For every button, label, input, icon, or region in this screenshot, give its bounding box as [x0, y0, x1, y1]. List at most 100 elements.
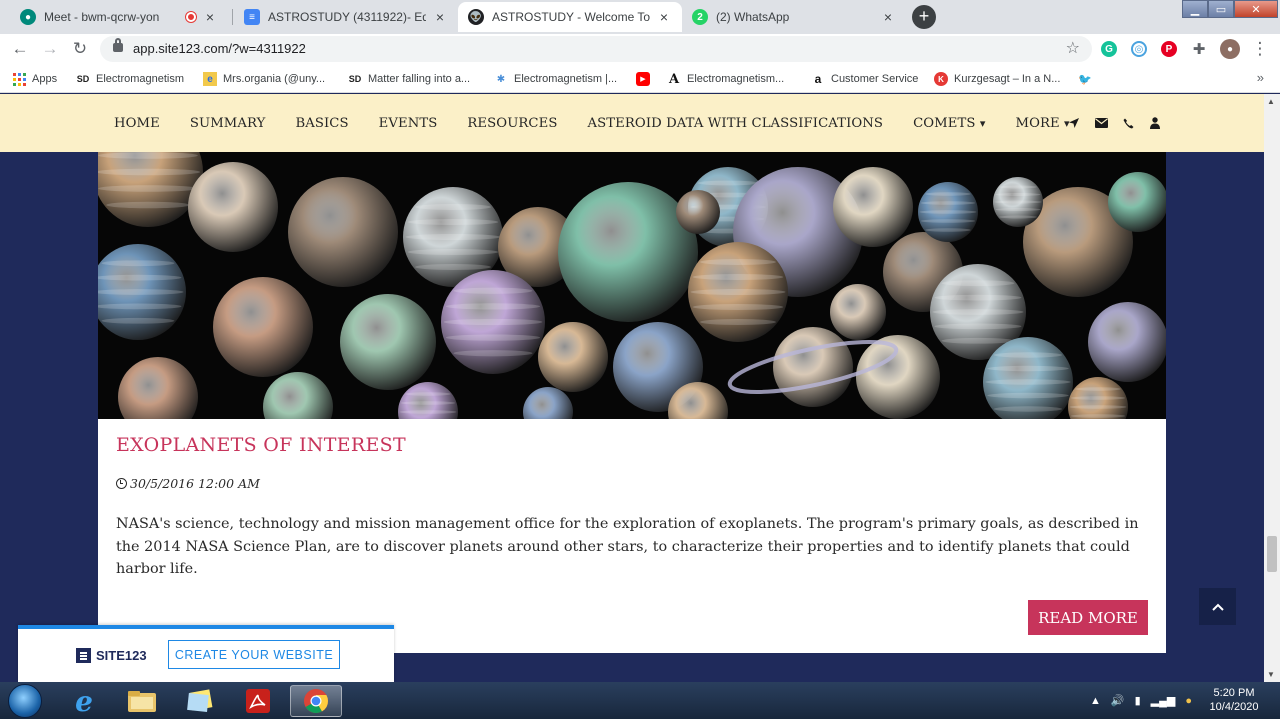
address-bar[interactable]: app.site123.com/?w=4311922 ☆: [100, 36, 1092, 62]
nav-resources[interactable]: RESOURCES: [467, 116, 557, 131]
youtube-icon: ▶: [636, 72, 650, 86]
puzzle-extensions-icon[interactable]: ✚: [1191, 41, 1207, 58]
volume-icon[interactable]: 🔊: [1111, 694, 1125, 707]
back-arrow-icon[interactable]: ←: [10, 39, 30, 59]
create-website-button[interactable]: CREATE YOUR WEBSITE: [168, 640, 340, 669]
site123-promo-bar: SITE123 CREATE YOUR WEBSITE: [18, 625, 394, 682]
pinterest-icon[interactable]: P: [1161, 41, 1177, 57]
planet-shape: [833, 167, 913, 247]
scroll-down-arrow-icon[interactable]: ▼: [1267, 670, 1275, 679]
bookmarks-bar: Apps SD Electromagnetism e Mrs.organia (…: [0, 64, 1280, 93]
planet-band: [700, 319, 776, 325]
close-icon[interactable]: ×: [656, 9, 672, 25]
nav-comets-label: COMETS: [913, 115, 976, 131]
browser-toolbar: ← → ↻ app.site123.com/?w=4311922 ☆ G ◎ P…: [0, 34, 1280, 64]
minimize-icon[interactable]: ▁: [1182, 0, 1208, 18]
scroll-to-top-button[interactable]: [1199, 588, 1236, 625]
site-navbar: HOME SUMMARY BASICS EVENTS RESOURCES AST…: [0, 94, 1264, 152]
planet-band: [101, 317, 175, 324]
bookmark-kurzgesagt[interactable]: K Kurzgesagt – In a N...: [934, 71, 1060, 87]
nav-summary[interactable]: SUMMARY: [190, 116, 266, 131]
planet-shape: [830, 284, 886, 340]
scrollbar-thumb[interactable]: [1267, 536, 1277, 572]
bookmark-apps[interactable]: Apps: [12, 71, 57, 87]
grammarly-icon[interactable]: G: [1101, 41, 1117, 57]
planet-band: [399, 410, 457, 414]
maximize-icon[interactable]: ▭: [1208, 0, 1234, 18]
lock-icon: [113, 38, 123, 52]
kebab-menu-icon[interactable]: ⋮: [1250, 39, 1270, 59]
bookmarks-overflow-icon[interactable]: »: [1257, 70, 1264, 85]
nav-home[interactable]: HOME: [114, 116, 160, 131]
pdf-icon: [246, 689, 270, 713]
network-signal-icon[interactable]: ▂▄▆: [1151, 694, 1176, 707]
reload-icon[interactable]: ↻: [70, 39, 90, 59]
planet-band: [400, 401, 456, 405]
taskbar-clock[interactable]: 5:20 PM 10/4/2020: [1202, 686, 1266, 714]
whatsapp-favicon-icon: 2: [692, 9, 708, 25]
forward-arrow-icon[interactable]: →: [40, 39, 60, 59]
extension-circle-icon[interactable]: ◎: [1131, 41, 1147, 57]
nav-basics[interactable]: BASICS: [295, 116, 348, 131]
edge-icon: e: [203, 72, 217, 86]
planet-band: [1069, 405, 1127, 409]
envelope-icon[interactable]: [1092, 118, 1110, 128]
nav-events[interactable]: EVENTS: [379, 116, 438, 131]
bookmark-youtube[interactable]: ▶: [636, 71, 656, 87]
tab-title: Meet - bwm-qcrw-yon: [44, 10, 160, 24]
bookmark-matter-falling[interactable]: SD Matter falling into a...: [348, 71, 470, 87]
nav-more[interactable]: MORE ▾: [1015, 116, 1069, 131]
close-icon[interactable]: ×: [880, 9, 896, 25]
taskbar-notes[interactable]: [174, 685, 226, 717]
planet-band: [999, 185, 1037, 189]
window-close-icon[interactable]: ✕: [1234, 0, 1278, 18]
bookmark-label: Kurzgesagt – In a N...: [954, 73, 1061, 85]
taskbar-acrobat[interactable]: [232, 685, 284, 717]
new-tab-button[interactable]: +: [912, 5, 936, 29]
close-icon[interactable]: ×: [202, 9, 218, 25]
bookmark-label: Electromagnetism |...: [514, 73, 618, 85]
location-arrow-icon[interactable]: [1065, 117, 1083, 129]
tab-editor[interactable]: ≡ ASTROSTUDY (4311922)- Editor ×: [234, 2, 458, 32]
bookmark-star-icon[interactable]: ☆: [1066, 38, 1080, 58]
sd-icon: SD: [76, 74, 90, 84]
planet-band: [995, 193, 1041, 196]
bookmark-twitter[interactable]: 🐦: [1078, 71, 1098, 87]
planet-band: [98, 168, 201, 176]
bookmark-electromagnetism-3[interactable]: A Electromagnetism...: [667, 71, 784, 87]
planet-band: [445, 334, 541, 341]
planet-shape: [1088, 302, 1166, 382]
user-icon[interactable]: [1146, 117, 1164, 129]
read-more-button[interactable]: READ MORE: [1028, 600, 1148, 635]
taskbar-explorer[interactable]: [116, 685, 168, 717]
planet-band: [692, 274, 784, 280]
page-scrollbar[interactable]: ▲ ▼: [1264, 94, 1280, 682]
planet-band: [995, 208, 1041, 211]
figure-icon: ✱: [496, 73, 506, 85]
sticky-notes-icon: [187, 689, 213, 712]
taskbar-chrome[interactable]: [290, 685, 342, 717]
bookmark-electromagnetism-2[interactable]: ✱ Electromagnetism |...: [494, 71, 617, 87]
phone-icon[interactable]: [1119, 118, 1137, 129]
scroll-up-arrow-icon[interactable]: ▲: [1267, 97, 1275, 106]
tab-meet[interactable]: ● Meet - bwm-qcrw-yon ×: [10, 2, 228, 32]
tray-expand-icon[interactable]: ▲: [1090, 695, 1101, 707]
tab-welcome[interactable]: 👽 ASTROSTUDY - Welcome To ×: [458, 2, 682, 32]
nav-comets[interactable]: COMETS ▾: [913, 116, 985, 131]
taskbar-ie[interactable]: e: [58, 685, 110, 718]
tab-strip: ● Meet - bwm-qcrw-yon × ≡ ASTROSTUDY (43…: [0, 0, 1280, 34]
bookmark-customer-service[interactable]: a Customer Service: [811, 71, 919, 87]
close-icon[interactable]: ×: [432, 9, 448, 25]
bookmark-electromagnetism-1[interactable]: SD Electromagnetism: [76, 71, 184, 87]
post-title[interactable]: EXOPLANETS OF INTEREST: [116, 434, 406, 456]
profile-avatar-icon[interactable]: ●: [1220, 39, 1240, 59]
bookmark-mrs-organia[interactable]: e Mrs.organia (@uny...: [203, 71, 325, 87]
nav-asteroid-data[interactable]: ASTEROID DATA WITH CLASSIFICATIONS: [588, 116, 884, 131]
tab-whatsapp[interactable]: 2 (2) WhatsApp ×: [682, 2, 906, 32]
battery-icon[interactable]: ▮: [1135, 694, 1141, 707]
start-button[interactable]: [8, 684, 42, 718]
alien-favicon-icon: 👽: [468, 9, 484, 25]
planet-band: [453, 287, 533, 294]
site123-logo[interactable]: SITE123: [76, 648, 147, 663]
weather-icon[interactable]: ●: [1185, 695, 1192, 707]
